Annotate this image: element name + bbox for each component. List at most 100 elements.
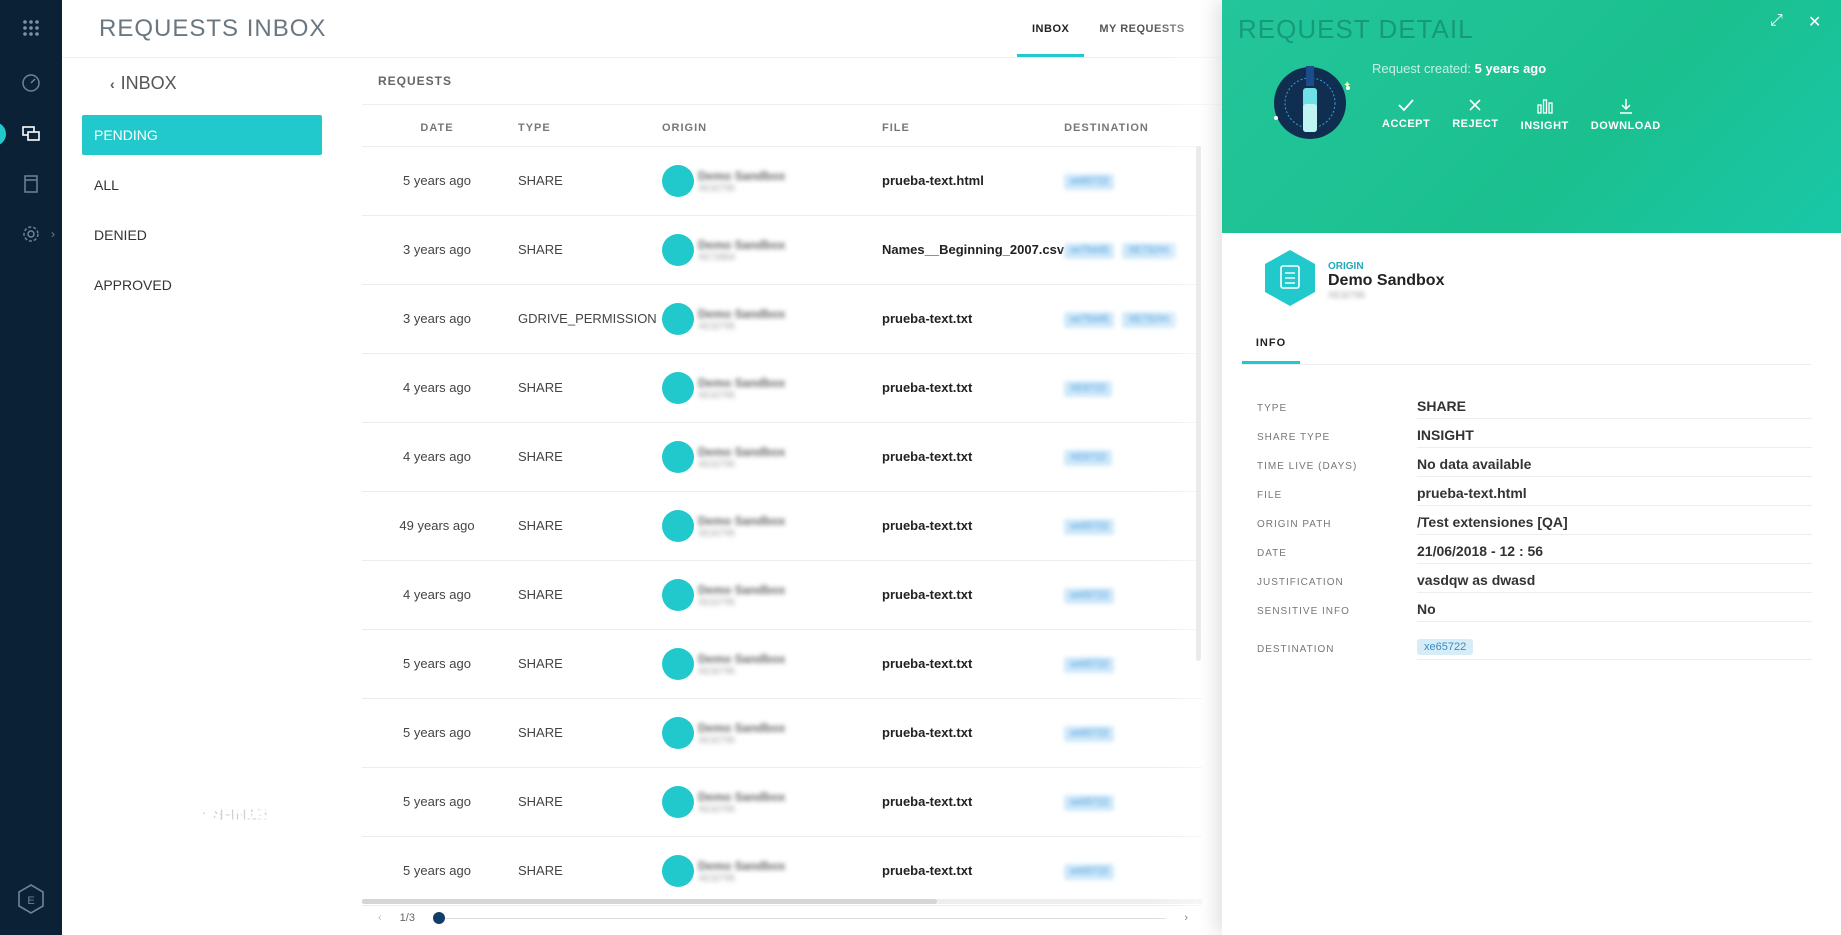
x-icon (1469, 99, 1482, 111)
cell-date: 4 years ago (362, 353, 512, 423)
origin-name: Demo Sandbox (698, 651, 786, 666)
table-row[interactable]: 4 years ago SHARE Demo Sandbox XE32795 prueb… (362, 422, 1202, 492)
expand-icon[interactable]: ⤢ (1770, 12, 1783, 30)
col-type[interactable]: TYPE (512, 110, 662, 147)
main-area: REQUESTS INBOX INBOX MY REQUESTS ‹ INBOX… (62, 0, 1222, 935)
origin-code: XE32795 (698, 665, 736, 676)
filter-denied[interactable]: DENIED (82, 215, 322, 255)
field-value: INSIGHT (1417, 427, 1812, 448)
col-origin[interactable]: ORIGIN (662, 110, 882, 147)
info-divider (1242, 364, 1811, 365)
prev-page-icon[interactable]: ‹ (378, 912, 382, 924)
page-slider[interactable] (432, 911, 1167, 924)
field-value: /Test extensiones [QA] (1417, 514, 1812, 535)
created-value: 5 years ago (1474, 61, 1547, 76)
panel-shadow-fade (1150, 0, 1230, 935)
filter-all[interactable]: ALL (82, 165, 322, 205)
origin-code: XE32795 (698, 389, 736, 400)
requests-chat-icon[interactable] (19, 122, 43, 146)
cell-type: SHARE (512, 560, 662, 630)
table-row[interactable]: 4 years ago SHARE Demo Sandbox XE32795 prueb… (362, 353, 1202, 423)
origin-avatar (662, 578, 694, 611)
table-row[interactable]: 5 years ago SHARE Demo Sandbox XE32795 prueb… (362, 698, 1202, 768)
insight-button[interactable]: INSIGHT (1521, 98, 1569, 132)
table-row[interactable]: 5 years ago SHARE Demo Sandbox XE32795 prueb… (362, 767, 1202, 837)
destination-tag: xe75445 (1064, 242, 1115, 259)
accept-button[interactable]: ACCEPT (1382, 98, 1430, 132)
cell-date: 5 years ago (362, 767, 512, 837)
cell-origin: Demo Sandbox XE32795 (662, 767, 882, 837)
destination-chip[interactable]: xe65722 (1417, 639, 1474, 655)
horizontal-scrollbar[interactable] (362, 899, 1202, 904)
download-label: DOWNLOAD (1590, 120, 1661, 132)
ether-logo-icon[interactable]: E (15, 883, 47, 915)
field-key: SHARE TYPE (1257, 432, 1331, 443)
page-slider-knob[interactable] (432, 911, 445, 924)
origin-avatar (662, 233, 694, 266)
origin-avatar (662, 440, 694, 473)
origin-name: Demo Sandbox (698, 306, 786, 321)
destination-tag: xe65722 (1064, 656, 1115, 673)
cell-type: SHARE (512, 146, 662, 216)
destination-tag: xe65722 (1064, 173, 1115, 190)
filter-pending[interactable]: PENDING (82, 115, 322, 155)
filter-approved[interactable]: APPROVED (82, 265, 322, 305)
insight-label: INSIGHT (1520, 120, 1569, 132)
origin-name: Demo Sandbox (698, 168, 786, 183)
origin-avatar (662, 302, 694, 335)
origin-code: XE32795 (698, 872, 736, 883)
close-icon[interactable]: ✕ (1808, 12, 1821, 32)
origin-name: Demo Sandbox (698, 237, 786, 252)
tab-info[interactable]: INFO (1242, 326, 1300, 365)
destination-tag: xe65722 (1064, 518, 1115, 535)
table-row[interactable]: 4 years ago SHARE Demo Sandbox XE32795 prueb… (362, 560, 1202, 630)
request-detail-panel: REQUEST DETAIL ⤢ ✕ ✦ Request created: 5 … (1222, 0, 1841, 935)
origin-name: Demo Sandbox (698, 582, 786, 597)
col-date[interactable]: DATE (362, 110, 512, 147)
col-file[interactable]: FILE (882, 110, 1065, 147)
table-row[interactable]: 5 years ago SHARE Demo Sandbox XE32795 prueb… (362, 836, 1202, 906)
origin-code: XE32795 (698, 734, 736, 745)
destination-tag: XE6722 (1064, 380, 1112, 397)
cell-file: prueba-text.txt (882, 836, 1065, 906)
request-illustration-icon: ✦ (1268, 58, 1358, 158)
reject-label: REJECT (1452, 118, 1499, 130)
apps-grid-icon[interactable] (19, 16, 43, 40)
cell-file: prueba-text.html (882, 146, 1065, 216)
cell-file: prueba-text.txt (882, 698, 1065, 768)
destination-tag: xe65722 (1064, 725, 1115, 742)
origin-avatar (662, 509, 694, 542)
destination-tag: xe65722 (1064, 587, 1115, 604)
chevron-left-icon: ‹ (110, 75, 115, 92)
expand-chevron-icon[interactable]: › (51, 227, 55, 241)
page-indicator: 1/3 (399, 912, 415, 924)
download-button[interactable]: DOWNLOAD (1591, 98, 1661, 132)
dashboard-gauge-icon[interactable] (19, 71, 43, 95)
settings-gear-icon[interactable] (19, 222, 43, 246)
field-value: prueba-text.html (1417, 485, 1812, 506)
app-rail: › ETHER · SANDBOX MANAGER E (0, 0, 268, 935)
origin-code: XE32795 (698, 458, 736, 469)
origin-name: Demo Sandbox (698, 444, 786, 459)
cell-date: 5 years ago (362, 836, 512, 906)
cell-file: prueba-text.txt (882, 629, 1065, 699)
table-row[interactable]: 3 years ago SHARE Demo Sandbox XE72854 Names… (362, 215, 1202, 285)
cell-file: Names__Beginning_2007.csv (882, 215, 1065, 285)
reject-button[interactable]: REJECT (1452, 98, 1498, 132)
horizontal-scroll-thumb[interactable] (362, 899, 937, 904)
origin-code: XE32795 (1328, 290, 1366, 300)
svg-text:✦: ✦ (1343, 80, 1351, 91)
active-indicator (0, 122, 6, 146)
back-link[interactable]: ‹ INBOX (110, 73, 177, 94)
cell-type: SHARE (512, 491, 662, 561)
table-row[interactable]: 49 years ago SHARE Demo Sandbox XE32795 prue… (362, 491, 1202, 561)
table-row[interactable]: 5 years ago SHARE Demo Sandbox XE32795 prueb… (362, 629, 1202, 699)
cell-origin: Demo Sandbox XE32795 (662, 353, 882, 423)
origin-code: XE32795 (698, 527, 736, 538)
table-row[interactable]: 5 years ago SHARE Demo Sandbox XE32795 prueb… (362, 146, 1202, 216)
origin-avatar (662, 785, 694, 818)
origin-code: XE32795 (698, 320, 736, 331)
tab-inbox[interactable]: INBOX (1017, 0, 1085, 58)
document-icon[interactable] (19, 172, 43, 196)
table-row[interactable]: 3 years ago GDRIVE_PERMISSION Demo Sandbox… (362, 284, 1202, 354)
